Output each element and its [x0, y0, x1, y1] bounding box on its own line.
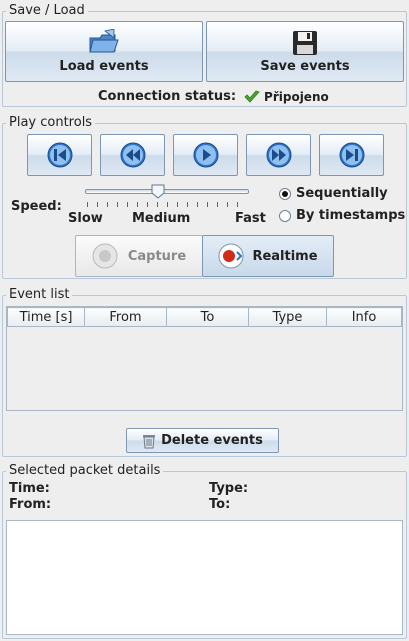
detail-from-label: From: — [9, 497, 52, 512]
connection-status: Connection status: Připojeno — [98, 89, 329, 104]
delete-events-label: Delete events — [161, 433, 263, 448]
connection-status-value: Připojeno — [264, 89, 329, 104]
column-header-from[interactable]: From — [84, 307, 167, 327]
load-events-button[interactable]: Load events — [5, 21, 203, 82]
play-icon — [193, 142, 219, 168]
packet-details-panel: Selected packet details Time: Type: From… — [2, 463, 407, 639]
delete-events-button[interactable]: Delete events — [126, 428, 279, 453]
speed-slider-track — [85, 189, 249, 194]
fast-forward-button[interactable] — [246, 134, 311, 176]
fast-forward-icon — [266, 142, 292, 168]
radio-unchecked-icon — [279, 210, 291, 222]
skip-to-end-button[interactable] — [319, 134, 384, 176]
capture-button[interactable]: Capture — [75, 235, 203, 277]
rewind-icon — [120, 142, 146, 168]
speed-slider-ticks — [87, 202, 247, 207]
save-events-label: Save events — [260, 59, 350, 74]
event-table-header: Time [s] From To Type Info — [7, 307, 402, 327]
detail-time-label: Time: — [9, 481, 50, 496]
speed-slider-thumb[interactable] — [151, 184, 165, 199]
load-events-label: Load events — [59, 59, 149, 74]
play-controls-panel: Play controls Speed: Slow Medium Fast Se… — [2, 115, 407, 279]
column-header-type[interactable]: Type — [248, 307, 327, 327]
speed-tick-medium: Medium — [132, 211, 191, 226]
skip-to-start-button[interactable] — [27, 134, 92, 176]
speed-label: Speed: — [11, 199, 62, 214]
mode-by-timestamps-label: By timestamps — [296, 208, 406, 223]
checkmark-icon — [244, 90, 260, 104]
event-list-title: Event list — [6, 287, 73, 303]
skip-to-end-icon — [339, 142, 365, 168]
realtime-label: Realtime — [252, 248, 318, 264]
mode-sequentially-label: Sequentially — [296, 186, 388, 201]
skip-to-start-icon — [47, 142, 73, 168]
detail-to-label: To: — [209, 497, 231, 512]
mode-by-timestamps-radio[interactable]: By timestamps — [279, 208, 405, 226]
column-header-time[interactable]: Time [s] — [7, 307, 85, 327]
packet-details-title: Selected packet details — [6, 463, 164, 479]
speed-tick-fast: Fast — [235, 211, 266, 226]
save-events-button[interactable]: Save events — [206, 21, 404, 82]
detail-type-label: Type: — [209, 481, 249, 496]
event-table[interactable]: Time [s] From To Type Info — [6, 306, 403, 411]
radio-checked-icon — [279, 188, 291, 200]
floppy-disk-icon — [291, 29, 319, 59]
speed-slider[interactable] — [83, 182, 251, 212]
column-header-info[interactable]: Info — [326, 307, 402, 327]
save-load-title: Save / Load — [6, 3, 88, 19]
record-icon — [218, 243, 244, 269]
column-header-to[interactable]: To — [166, 307, 249, 327]
play-controls-title: Play controls — [6, 115, 96, 131]
packet-details-textarea[interactable] — [6, 520, 403, 635]
rewind-button[interactable] — [100, 134, 165, 176]
trash-icon — [142, 433, 156, 449]
save-load-panel: Save / Load Load events Save events Conn… — [2, 3, 407, 107]
play-button[interactable] — [173, 134, 238, 176]
record-icon — [92, 243, 118, 269]
event-list-panel: Event list Time [s] From To Type Info De… — [2, 287, 407, 457]
realtime-button[interactable]: Realtime — [202, 235, 334, 277]
mode-sequentially-radio[interactable]: Sequentially — [279, 186, 399, 204]
connection-status-label: Connection status: — [98, 89, 237, 104]
folder-open-icon — [87, 28, 121, 59]
capture-label: Capture — [127, 248, 187, 264]
speed-tick-slow: Slow — [68, 211, 103, 226]
